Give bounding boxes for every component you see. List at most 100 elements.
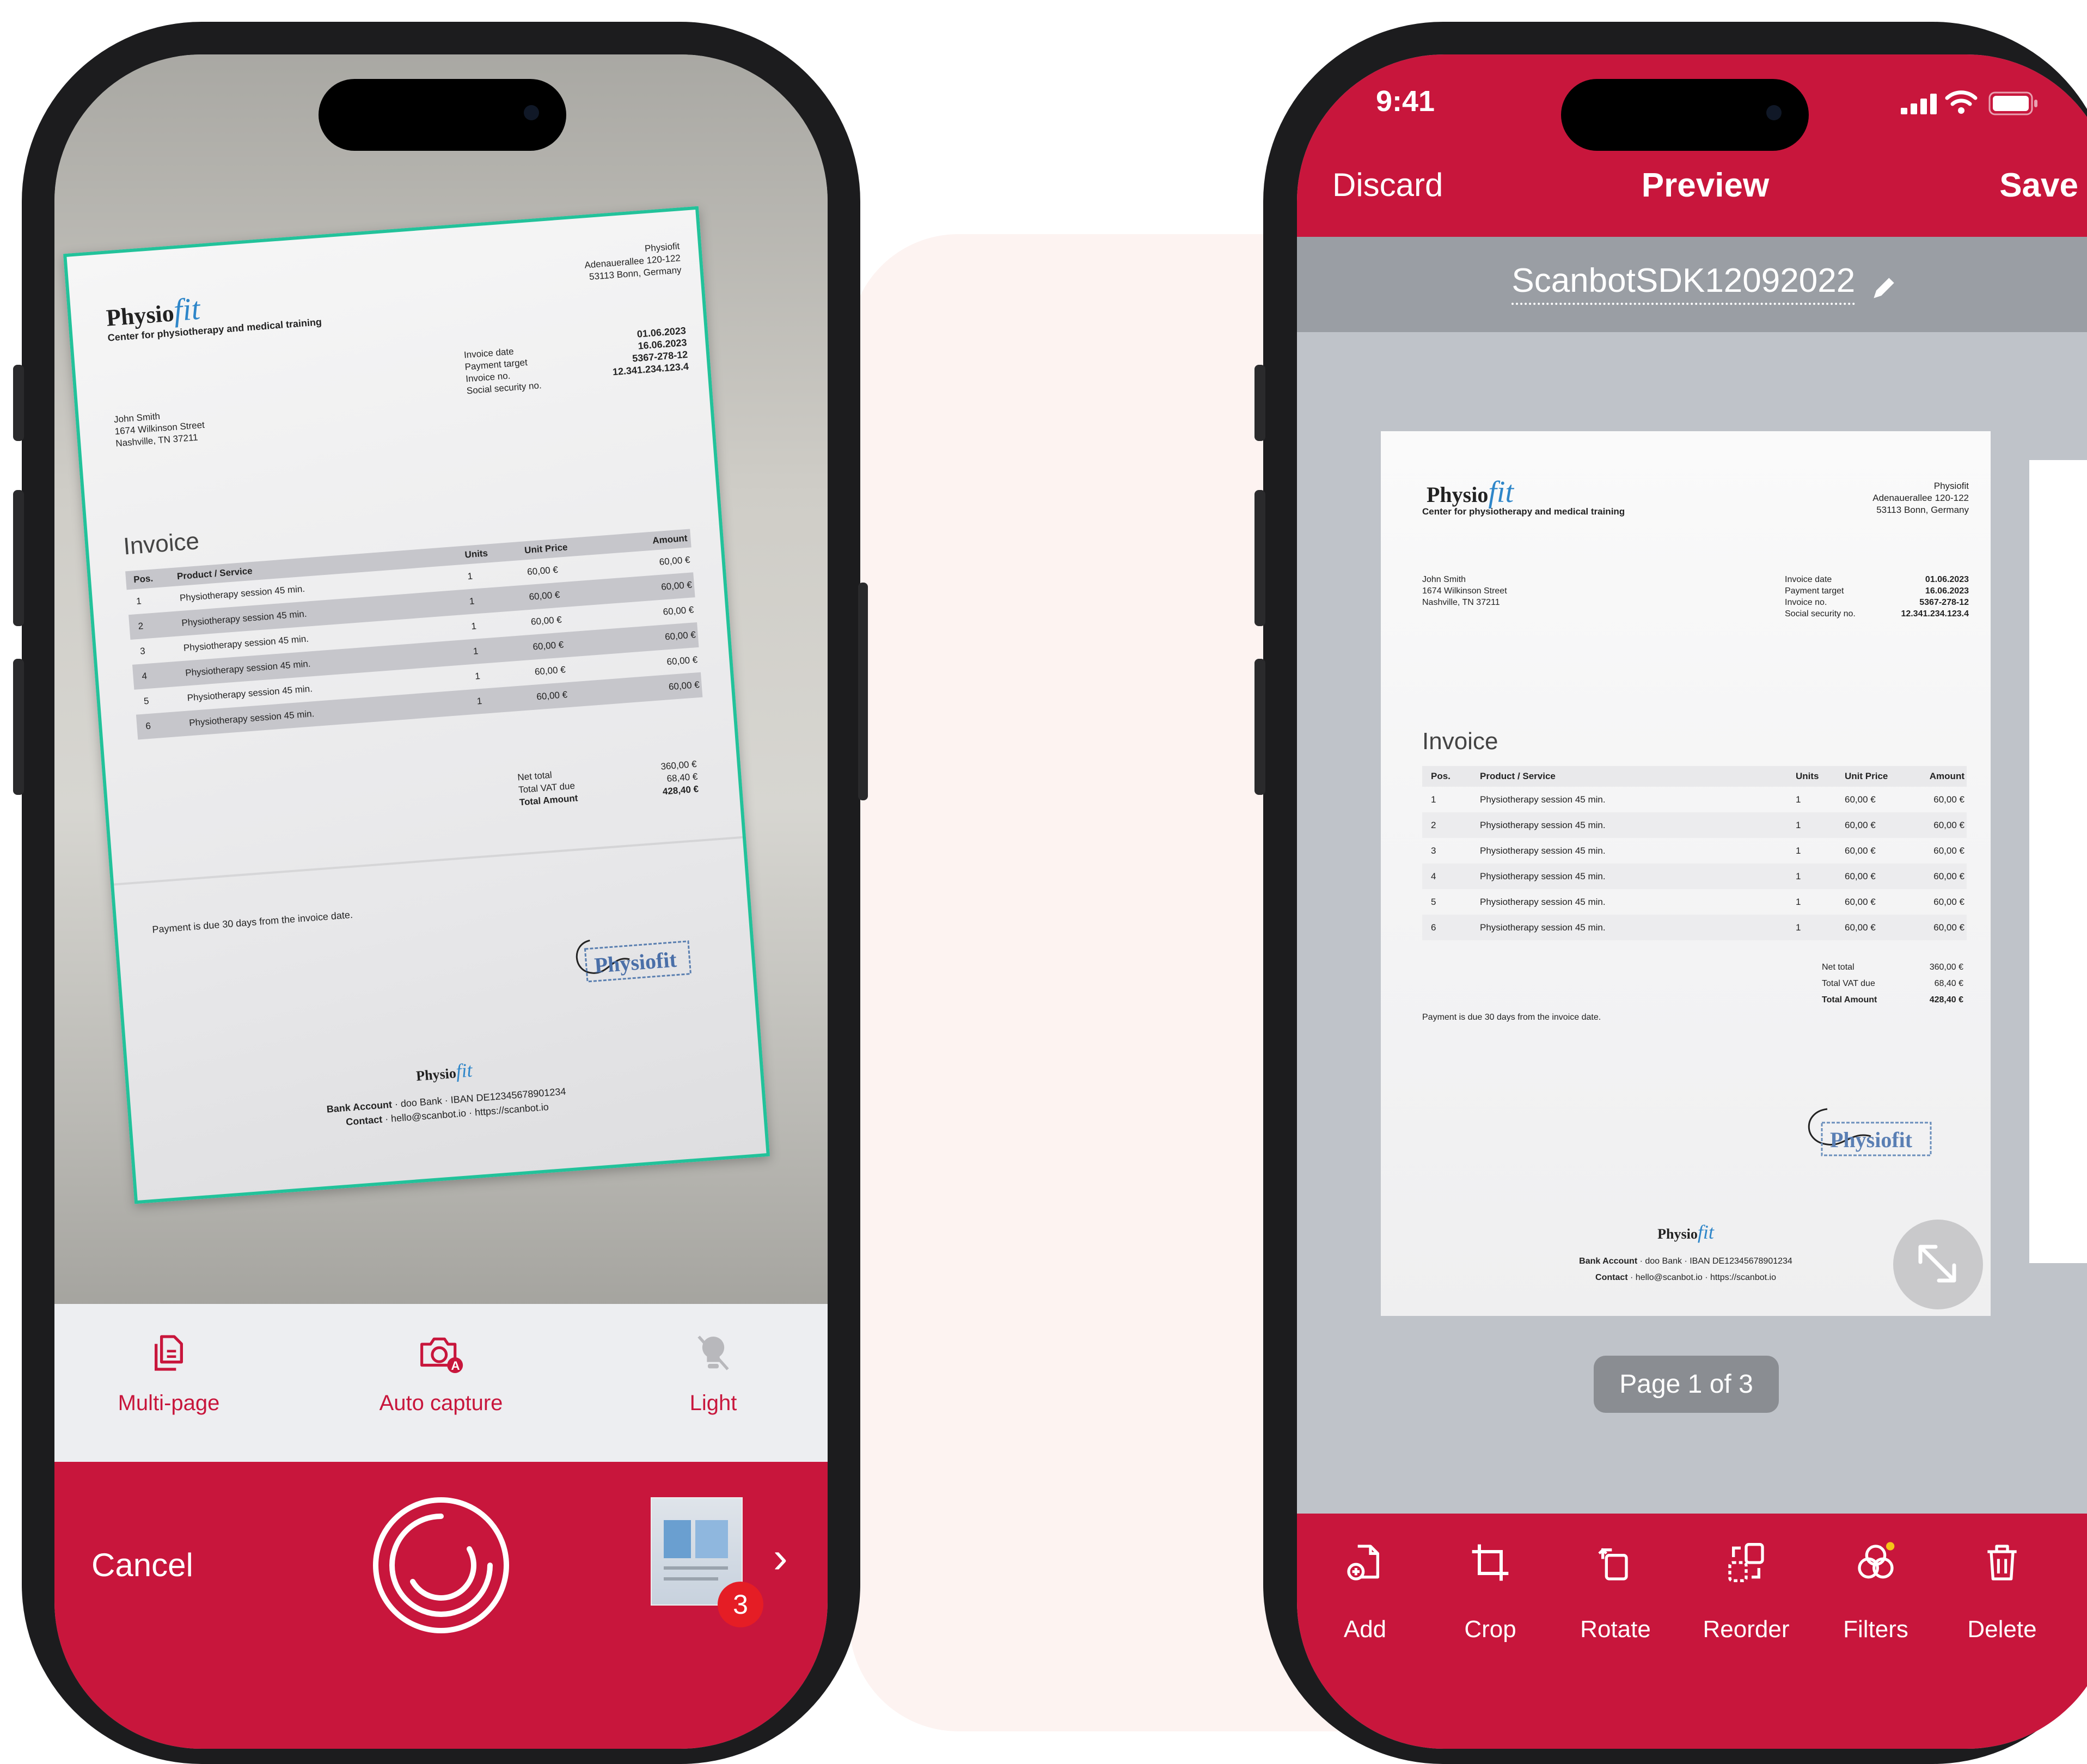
scan-cell-pos: 3 bbox=[139, 646, 146, 657]
page-table: Pos. Product / Service Units Unit Price … bbox=[1422, 766, 1967, 940]
page-meta-values: 01.06.2023 16.06.2023 5367-278-12 12.341.23… bbox=[1901, 575, 1969, 618]
light-off-icon bbox=[632, 1331, 795, 1380]
scan-cell-pos: 4 bbox=[141, 670, 148, 682]
page-cell-product: Physiotherapy session 45 min. bbox=[1480, 819, 1606, 830]
toolbar-label: Crop bbox=[1464, 1616, 1516, 1643]
toolbar-filters-button[interactable]: Filters bbox=[1816, 1541, 1936, 1643]
toolbar-label: Reorder bbox=[1703, 1616, 1790, 1643]
multi-page-toggle[interactable]: Multi-page bbox=[87, 1331, 250, 1440]
page-totals: Net total 360,00 € Total VAT due 68,40 € T… bbox=[1822, 963, 1963, 1004]
page-table-row: 1 Physiotherapy session 45 min. 1 60,00 € 60… bbox=[1422, 787, 1967, 812]
scan-cell-pos: 6 bbox=[145, 720, 151, 732]
multi-page-icon bbox=[87, 1331, 250, 1380]
filename-field[interactable]: ScanbotSDK12092022 bbox=[1297, 261, 2087, 306]
scan-cell-units: 1 bbox=[469, 596, 475, 607]
left-dynamic-island bbox=[319, 79, 566, 151]
page-cell-product: Physiotherapy session 45 min. bbox=[1480, 871, 1606, 881]
page-cell-product: Physiotherapy session 45 min. bbox=[1480, 896, 1606, 907]
captured-document: Physiofit Center for physiotherapy and m… bbox=[63, 206, 770, 1204]
chevron-right-icon[interactable]: › bbox=[773, 1533, 788, 1583]
scan-cell-units: 1 bbox=[476, 695, 482, 707]
pencil-icon bbox=[1869, 273, 1899, 306]
scan-cell-amount: 60,00 € bbox=[666, 654, 698, 667]
toolbar-label: Filters bbox=[1843, 1616, 1908, 1643]
toolbar-delete-button[interactable]: Delete bbox=[1942, 1541, 2062, 1643]
left-side-button bbox=[13, 365, 24, 441]
scan-cell-amount: 60,00 € bbox=[663, 604, 695, 617]
auto-capture-label: Auto capture bbox=[379, 1391, 503, 1415]
toolbar-crop-button[interactable]: Crop bbox=[1430, 1541, 1550, 1643]
page-cell-unit-price: 60,00 € bbox=[1845, 794, 1876, 805]
thumbnail-line bbox=[664, 1566, 728, 1570]
light-toggle[interactable]: Light bbox=[632, 1331, 795, 1440]
page-cell-units: 1 bbox=[1796, 896, 1801, 907]
fullscreen-button[interactable] bbox=[1893, 1220, 1983, 1309]
thumbnail-line bbox=[664, 1577, 718, 1581]
toolbar-rotate-button[interactable]: Rotate bbox=[1556, 1541, 1675, 1643]
page-stamp-text: Physiofit bbox=[1830, 1128, 1913, 1152]
light-label: Light bbox=[689, 1391, 737, 1415]
wifi-icon bbox=[1945, 90, 1978, 117]
right-volume-up bbox=[1254, 490, 1265, 626]
toolbar-label: Rotate bbox=[1580, 1616, 1651, 1643]
scan-cell-units: 1 bbox=[473, 646, 479, 657]
page-cell-unit-price: 60,00 € bbox=[1845, 896, 1876, 907]
scan-cell-pos: 5 bbox=[143, 695, 150, 707]
scan-cell-unit-price: 60,00 € bbox=[527, 564, 559, 578]
scan-cell-pos: 1 bbox=[136, 596, 142, 607]
page-cell-amount: 60,00 € bbox=[1933, 819, 1964, 830]
page-cell-units: 1 bbox=[1796, 922, 1801, 933]
page-indicator: Page 1 of 3 bbox=[1594, 1356, 1779, 1413]
page-cell-unit-price: 60,00 € bbox=[1845, 819, 1876, 830]
page-cell-amount: 60,00 € bbox=[1933, 845, 1964, 856]
page-cell-pos: 6 bbox=[1431, 922, 1436, 933]
scan-cell-unit-price: 60,00 € bbox=[530, 614, 562, 627]
left-power-button bbox=[858, 583, 868, 800]
scan-cell-pos: 2 bbox=[138, 621, 144, 632]
page-cell-pos: 4 bbox=[1431, 871, 1436, 881]
scan-stamp-text: Physiofit bbox=[593, 947, 678, 978]
page-brand-logo: Physiofit bbox=[1427, 475, 1514, 509]
filename-bar: ScanbotSDK12092022 bbox=[1297, 237, 2087, 332]
page-table-row: 2 Physiotherapy session 45 min. 1 60,00 € 60… bbox=[1422, 812, 1967, 838]
page-payment-note: Payment is due 30 days from the invoice … bbox=[1422, 1013, 1601, 1022]
scan-cell-unit-price: 60,00 € bbox=[534, 664, 566, 677]
shutter-button[interactable] bbox=[370, 1494, 512, 1636]
page-cell-units: 1 bbox=[1796, 794, 1801, 805]
scan-cell-unit-price: 60,00 € bbox=[536, 689, 568, 702]
page-cell-unit-price: 60,00 € bbox=[1845, 871, 1876, 881]
auto-capture-toggle[interactable]: A Auto capture bbox=[359, 1331, 523, 1440]
page-cell-pos: 2 bbox=[1431, 819, 1436, 830]
page-customer-address: John Smith 1674 Wilkinson Street Nashville… bbox=[1422, 575, 1507, 607]
add-page-icon bbox=[1305, 1541, 1425, 1601]
cancel-button[interactable]: Cancel bbox=[91, 1546, 193, 1584]
toolbar-add-button[interactable]: Add bbox=[1305, 1541, 1425, 1643]
preview-screen: 9:41 Discard Preview Save ScanbotSDK1209… bbox=[1297, 54, 2087, 1749]
next-page-preview[interactable] bbox=[2029, 460, 2087, 1263]
scan-cell-units: 1 bbox=[470, 621, 477, 632]
page-table-header: Pos. Product / Service Units Unit Price … bbox=[1422, 766, 1967, 787]
toolbar-label: Add bbox=[1343, 1616, 1387, 1643]
preview-title: Preview bbox=[1641, 167, 1770, 204]
toolbar-reorder-button[interactable]: Reorder bbox=[1686, 1541, 1806, 1643]
page-cell-pos: 3 bbox=[1431, 845, 1436, 856]
page-cell-product: Physiotherapy session 45 min. bbox=[1480, 922, 1606, 933]
scan-cell-amount: 60,00 € bbox=[660, 579, 693, 592]
scan-signature-stamp: Physiofit bbox=[567, 922, 697, 991]
reorder-icon bbox=[1686, 1541, 1806, 1601]
scan-customer-address: John Smith 1674 Wilkinson Street Nashville… bbox=[113, 411, 205, 449]
scanner-options-bar: Multi-page A Auto capture Light bbox=[54, 1304, 828, 1462]
page-invoice-title: Invoice bbox=[1422, 728, 1498, 755]
left-volume-up bbox=[13, 490, 24, 626]
page-cell-pos: 1 bbox=[1431, 794, 1436, 805]
scan-meta-labels: Invoice date Payment target Invoice no. Soc… bbox=[463, 346, 542, 396]
save-button[interactable]: Save bbox=[1999, 166, 2078, 205]
cellular-signal-icon bbox=[1900, 93, 1938, 117]
scanner-screen: Physiofit Center for physiotherapy and m… bbox=[54, 54, 828, 1749]
page-cell-unit-price: 60,00 € bbox=[1845, 845, 1876, 856]
page-table-row: 4 Physiotherapy session 45 min. 1 60,00 € 60… bbox=[1422, 863, 1967, 889]
page-cell-pos: 5 bbox=[1431, 896, 1436, 907]
page-company-address: Physiofit Adenauerallee 120-122 53113 Bonn… bbox=[1872, 481, 1969, 515]
left-volume-down bbox=[13, 659, 24, 795]
scan-cell-unit-price: 60,00 € bbox=[532, 639, 564, 652]
